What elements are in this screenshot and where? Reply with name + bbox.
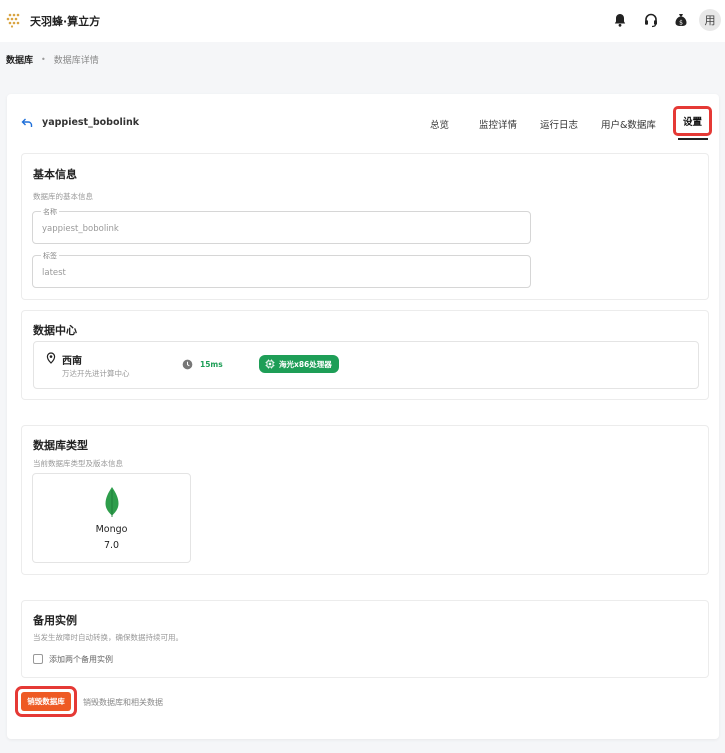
tab-logs[interactable]: 运行日志 (540, 117, 578, 131)
chip-icon (265, 359, 275, 369)
name-field-label: 名称 (41, 207, 59, 217)
standby-checkbox[interactable] (33, 654, 43, 664)
region-description: 万达开先进计算中心 (62, 369, 130, 378)
db-type-section: 数据库类型 当前数据库类型及版本信息 Mongo 7.0 (21, 425, 709, 575)
data-center-section: 数据中心 西南 万达开先进计算中心 15ms 海光x86处理器 (21, 310, 709, 400)
tab-users-databases[interactable]: 用户&数据库 (601, 117, 656, 131)
standby-subtitle: 当发生故障时自动转换，确保数据持续可用。 (33, 633, 183, 642)
tab-settings[interactable]: 设置 (673, 106, 712, 136)
brand-name: 天羽蜂·算立方 (30, 15, 101, 28)
tag-field-label: 标签 (41, 251, 59, 261)
bell-icon[interactable] (612, 12, 628, 28)
processor-badge: 海光x86处理器 (259, 355, 339, 373)
tag-field[interactable]: 标签 latest (32, 251, 531, 288)
avatar[interactable]: 用 (699, 9, 721, 31)
breadcrumb-separator: • (41, 55, 46, 64)
destroy-button-highlight: 销毁数据库 (15, 686, 77, 717)
basic-info-section: 基本信息 数据库的基本信息 名称 yappiest_bobolink 标签 la… (21, 153, 709, 300)
db-type-version: 7.0 (103, 540, 120, 551)
name-field-value: yappiest_bobolink (42, 224, 119, 234)
db-type-name: Mongo (95, 524, 128, 535)
breadcrumb: 数据库 • 数据库详情 (6, 53, 99, 66)
processor-label: 海光x86处理器 (279, 359, 332, 369)
basic-info-title: 基本信息 (33, 168, 77, 181)
clock-icon (182, 359, 193, 370)
destroy-database-button[interactable]: 销毁数据库 (21, 692, 71, 711)
region-name: 西南 (62, 356, 82, 367)
standby-title: 备用实例 (33, 614, 77, 627)
tab-monitoring[interactable]: 监控详情 (479, 117, 517, 131)
mongodb-leaf-icon (105, 487, 119, 517)
basic-info-subtitle: 数据库的基本信息 (33, 192, 93, 201)
svg-text:$: $ (679, 20, 683, 27)
money-bag-icon[interactable]: $ (673, 12, 689, 28)
database-name: yappiest_bobolink (42, 117, 140, 128)
back-arrow-icon[interactable] (20, 116, 34, 130)
location-pin-icon (46, 352, 56, 364)
db-type-card: Mongo 7.0 (32, 473, 191, 563)
headset-icon[interactable] (643, 12, 659, 28)
data-center-title: 数据中心 (33, 324, 77, 337)
data-center-item[interactable]: 西南 万达开先进计算中心 15ms 海光x86处理器 (33, 341, 699, 389)
db-type-title: 数据库类型 (33, 439, 88, 452)
standby-checkbox-label[interactable]: 添加两个备用实例 (49, 654, 113, 665)
standby-section: 备用实例 当发生故障时自动转换，确保数据持续可用。 添加两个备用实例 (21, 600, 709, 678)
tag-field-value: latest (42, 268, 66, 278)
name-field[interactable]: 名称 yappiest_bobolink (32, 207, 531, 244)
breadcrumb-root[interactable]: 数据库 (6, 53, 33, 66)
breadcrumb-current: 数据库详情 (53, 56, 99, 66)
destroy-description: 销毁数据库和相关数据 (83, 698, 163, 707)
active-tab-indicator (678, 138, 708, 140)
logo-icon (6, 13, 20, 28)
latency-value: 15ms (200, 360, 223, 369)
top-bar: 天羽蜂·算立方 $ 用 (0, 0, 725, 42)
tab-overview[interactable]: 总览 (430, 117, 449, 131)
db-type-subtitle: 当前数据库类型及版本信息 (33, 459, 123, 468)
